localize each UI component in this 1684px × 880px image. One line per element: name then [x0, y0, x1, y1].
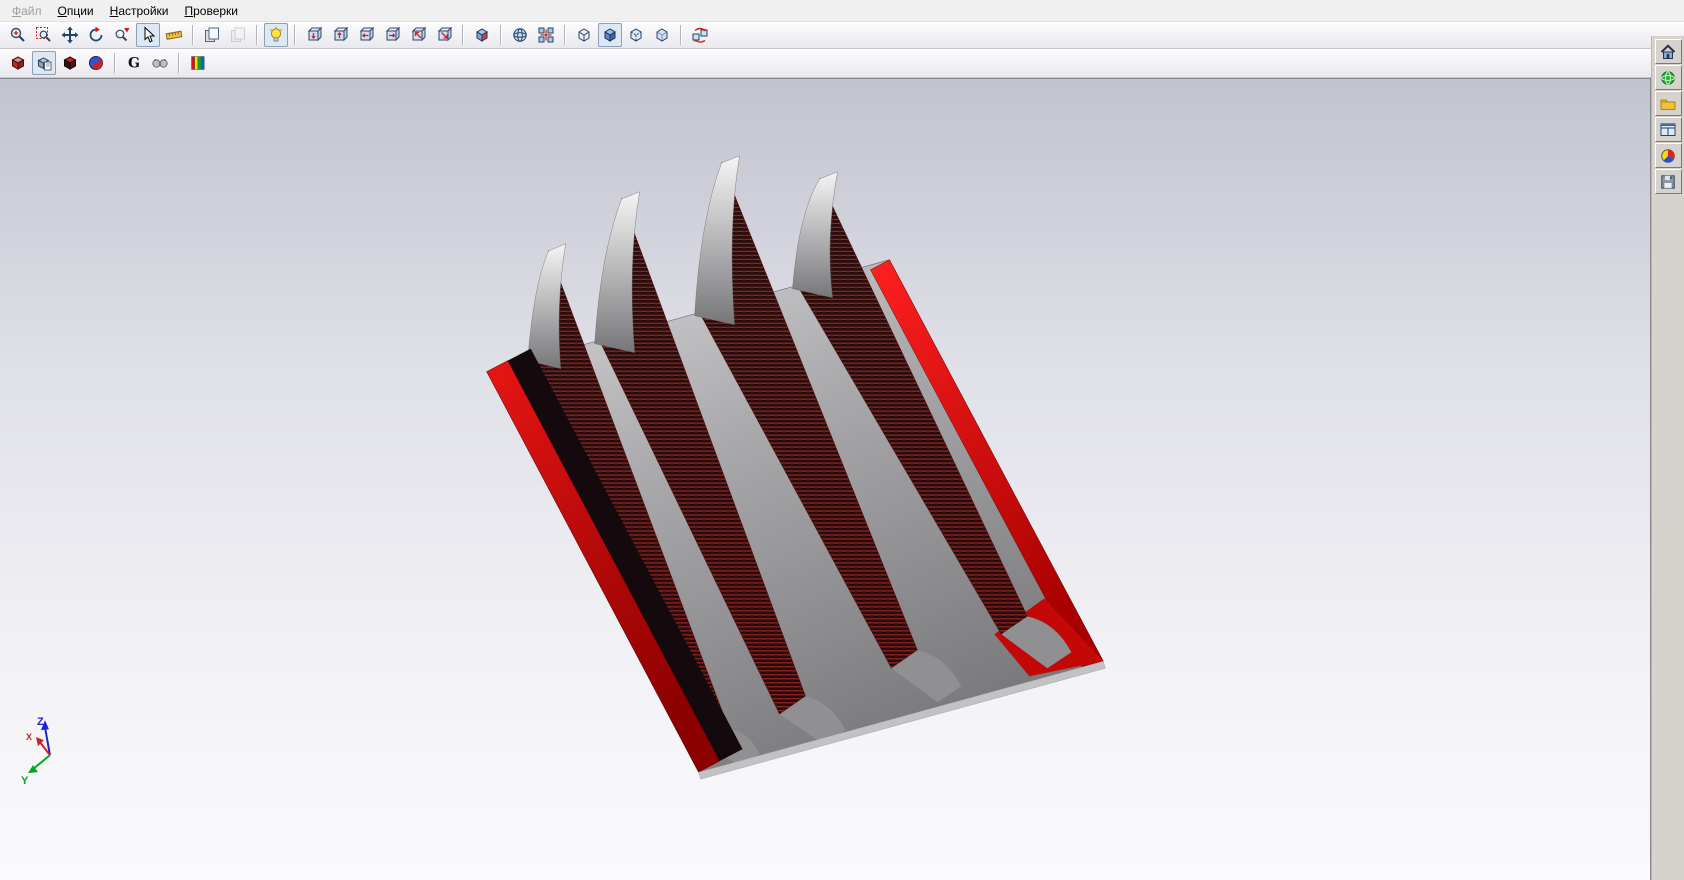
- view-bottom-button[interactable]: [432, 23, 456, 47]
- display-shaded-icon: [601, 26, 619, 44]
- display-wireframe-icon: [575, 26, 593, 44]
- measure-ruler-button[interactable]: [162, 23, 186, 47]
- viewport-canvas[interactable]: Z X Y: [0, 79, 1650, 880]
- view-top-icon: [409, 26, 427, 44]
- mesh-copy-icon: [35, 54, 53, 72]
- grid-snap-icon: [537, 26, 555, 44]
- pie-sphere-dock-button[interactable]: [1654, 143, 1682, 168]
- menu-файл: Файл: [12, 3, 42, 18]
- mesh-cube-dark-button[interactable]: [58, 51, 82, 75]
- view-copy-disabled-button[interactable]: [226, 23, 250, 47]
- menu-настройки[interactable]: Настройки: [102, 1, 177, 21]
- zoom-dynamic-icon: [113, 26, 131, 44]
- isometric-cube-button[interactable]: [470, 23, 494, 47]
- mesh-cube-red-icon: [9, 54, 27, 72]
- toolbar-separator: [192, 25, 194, 45]
- svg-text:G: G: [128, 56, 140, 72]
- pan-view-icon: [61, 26, 79, 44]
- display-hidden-line-button[interactable]: [624, 23, 648, 47]
- home-dock-button[interactable]: [1654, 39, 1682, 64]
- folder-icon: [1659, 95, 1677, 113]
- pie-sphere-icon: [1659, 147, 1677, 165]
- view-back-button[interactable]: [328, 23, 352, 47]
- binoculars-icon: [151, 54, 169, 72]
- color-scale-icon: [189, 54, 207, 72]
- toolbar-separator: [294, 25, 296, 45]
- view-top-button[interactable]: [406, 23, 430, 47]
- save-dock-button[interactable]: [1654, 169, 1682, 194]
- color-scale-button[interactable]: [186, 51, 210, 75]
- menu-опции[interactable]: Опции: [50, 1, 102, 21]
- view-front-icon: [305, 26, 323, 44]
- view-right-button[interactable]: [380, 23, 404, 47]
- rotate-view-icon: [87, 26, 105, 44]
- toolbar-separator: [256, 25, 258, 45]
- view-left-button[interactable]: [354, 23, 378, 47]
- sphere-view-button[interactable]: [508, 23, 532, 47]
- menu-bar: Файл Опции Настройки Проверки: [0, 0, 1684, 22]
- toolbar-separator: [462, 25, 464, 45]
- save-icon: [1659, 173, 1677, 191]
- mesh-swirl-icon: [87, 54, 105, 72]
- rotate-view-button[interactable]: [84, 23, 108, 47]
- toolbar-main: [0, 22, 1684, 49]
- pan-view-button[interactable]: [58, 23, 82, 47]
- display-transparent-button[interactable]: [650, 23, 674, 47]
- zoom-window-icon: [35, 26, 53, 44]
- letter-g-button[interactable]: G: [122, 51, 146, 75]
- toolbar-separator: [680, 25, 682, 45]
- toolbar-separator: [114, 53, 116, 73]
- select-cursor-button[interactable]: [136, 23, 160, 47]
- binoculars-button[interactable]: [148, 51, 172, 75]
- display-shaded-button[interactable]: [598, 23, 622, 47]
- select-cursor-icon: [139, 26, 157, 44]
- zoom-window-button[interactable]: [32, 23, 56, 47]
- grid-snap-button[interactable]: [534, 23, 558, 47]
- isometric-cube-icon: [473, 26, 491, 44]
- menu-проверки[interactable]: Проверки: [177, 1, 247, 21]
- display-hidden-line-icon: [627, 26, 645, 44]
- toolbar-separator: [178, 53, 180, 73]
- folder-dock-button[interactable]: [1654, 91, 1682, 116]
- view-copy-button[interactable]: [200, 23, 224, 47]
- light-bulb-button[interactable]: [264, 23, 288, 47]
- toolbar-separator: [500, 25, 502, 45]
- zoom-in-icon: [9, 26, 27, 44]
- reverse-view-button[interactable]: [688, 23, 712, 47]
- home-icon: [1659, 43, 1677, 61]
- right-dock: [1651, 36, 1684, 880]
- globe-icon: [1659, 69, 1677, 87]
- display-transparent-icon: [653, 26, 671, 44]
- light-bulb-icon: [267, 26, 285, 44]
- mesh-copy-button[interactable]: [32, 51, 56, 75]
- display-wireframe-button[interactable]: [572, 23, 596, 47]
- toolbar-separator: [564, 25, 566, 45]
- z-axis-label: Z: [37, 716, 44, 728]
- reverse-view-icon: [691, 26, 709, 44]
- window-layout-icon: [1659, 121, 1677, 139]
- mesh-cube-red-button[interactable]: [6, 51, 30, 75]
- toolbar-secondary: G: [0, 49, 1684, 78]
- zoom-dynamic-button[interactable]: [110, 23, 134, 47]
- view-left-icon: [357, 26, 375, 44]
- view-copy-icon: [203, 26, 221, 44]
- sphere-view-icon: [511, 26, 529, 44]
- y-axis-label: Y: [21, 775, 29, 787]
- view-bottom-icon: [435, 26, 453, 44]
- view-back-icon: [331, 26, 349, 44]
- mesh-swirl-button[interactable]: [84, 51, 108, 75]
- view-copy-disabled-icon: [229, 26, 247, 44]
- globe-dock-button[interactable]: [1654, 65, 1682, 90]
- measure-ruler-icon: [165, 26, 183, 44]
- x-axis-label: X: [26, 732, 32, 742]
- letter-g-icon: G: [125, 54, 143, 72]
- window-layout-dock-button[interactable]: [1654, 117, 1682, 142]
- view-front-button[interactable]: [302, 23, 326, 47]
- mesh-cube-dark-icon: [61, 54, 79, 72]
- zoom-in-button[interactable]: [6, 23, 30, 47]
- view-right-icon: [383, 26, 401, 44]
- viewport-3d[interactable]: Z X Y: [0, 78, 1651, 880]
